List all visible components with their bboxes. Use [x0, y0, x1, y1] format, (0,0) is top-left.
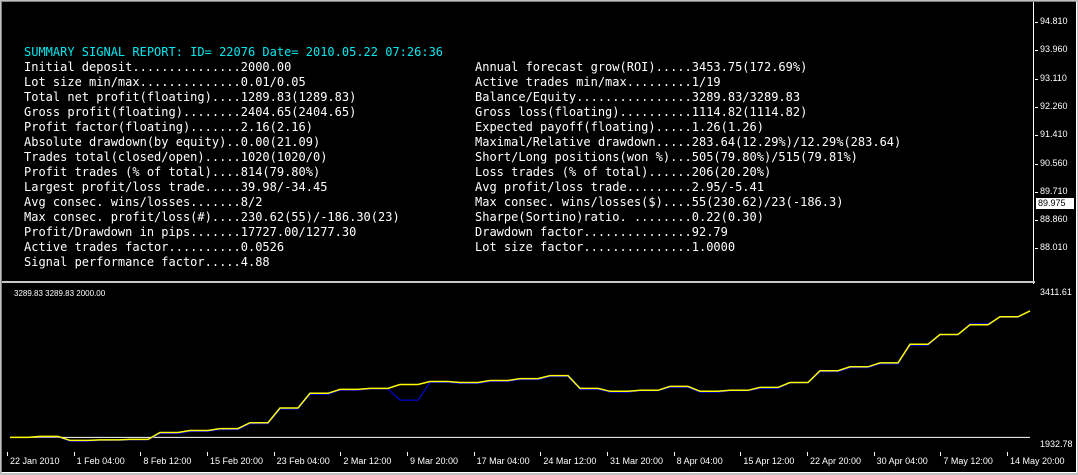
report-line: Expected payoff(floating).....1.26(1.26): [475, 120, 764, 134]
report-line: Profit factor(floating).......2.16(2.16): [24, 120, 313, 134]
indicator-axis-label: 3411.61: [1040, 287, 1072, 297]
report-pane: SUMMARY SIGNAL REPORT: ID= 22076 Date= 2…: [2, 2, 1034, 280]
report-line: Initial deposit...............2000.00: [24, 60, 292, 74]
report-line: Drawdown factor...............92.79: [475, 225, 728, 239]
report-line: Signal performance factor.....4.88: [24, 255, 270, 269]
report-line: Active trades min/max.........1/19: [475, 75, 721, 89]
price-axis-tick: [1035, 220, 1038, 222]
report-line: Balance/Equity................3289.83/32…: [475, 90, 801, 104]
price-axis-label: 93.110: [1040, 72, 1067, 83]
price-axis-tick: [1035, 78, 1038, 80]
report-line: Lot size min/max..............0.01/0.05: [24, 75, 306, 89]
report-line: Profit/Drawdown in pips.......17727.00/1…: [24, 225, 357, 239]
report-line: Sharpe(Sortino)ratio. ........0.22(0.30): [475, 210, 764, 224]
price-axis-tick: [1035, 163, 1038, 165]
price-axis-tick: [1035, 106, 1038, 108]
indicator-axis-label: 1932.78: [1040, 439, 1073, 449]
time-axis-label: 14 May 20:00: [1010, 456, 1065, 466]
time-axis-tick: [807, 452, 808, 456]
equity-line: [10, 310, 1031, 442]
time-axis-label: 15 Apr 12:00: [743, 456, 795, 466]
report-line: Max consec. wins/losses($)....55(230.62)…: [475, 195, 844, 209]
time-axis-label: 23 Feb 04:00: [276, 456, 330, 466]
report-line: Profit trades (% of total)....814(79.80%…: [24, 165, 321, 179]
report-line: Loss trades (% of total)......206(20.20%…: [475, 165, 772, 179]
price-axis-tick: [1035, 22, 1038, 23]
pane-divider[interactable]: [2, 281, 1076, 283]
report-title: SUMMARY SIGNAL REPORT: ID= 22076 Date= 2…: [24, 45, 444, 59]
price-axis-label: 94.810: [1040, 16, 1068, 26]
report-line: Lot size factor...............1.0000: [475, 240, 736, 254]
time-axis-tick: [940, 452, 942, 456]
time-axis-label: 2 Mar 12:00: [343, 456, 392, 466]
price-axis-tick: [1035, 50, 1038, 52]
time-axis-label: 30 Apr 04:00: [876, 456, 928, 466]
time-axis-label: 17 Mar 04:00: [476, 456, 530, 466]
time-axis-label: 22 Apr 20:00: [810, 456, 862, 466]
time-axis-tick: [73, 452, 75, 456]
time-axis-tick: [207, 452, 208, 456]
report-line: Largest profit/loss trade.....39.98/-34.…: [24, 180, 328, 194]
price-axis-tick: [1035, 135, 1038, 137]
equity-chart: [10, 310, 1031, 442]
time-axis-label: 24 Mar 12:00: [543, 456, 597, 466]
price-axis-tick: [1035, 248, 1038, 250]
report-line: Avg profit/loss trade.........2.95/-5.41: [475, 180, 764, 194]
price-axis[interactable]: 94.810 93.960 93.110 92.260 91.410 90.560 89.7…: [1035, 2, 1076, 452]
report-line: Absolute drawdown(by equity)..0.00(21.09…: [24, 135, 321, 149]
time-axis-tick: [273, 452, 275, 456]
report-line: Annual forecast grow(ROI).....3453.75(17…: [475, 60, 808, 74]
balance-line: [10, 310, 1031, 442]
report-line: Max consec. profit/loss(#)....230.62(55)…: [24, 210, 400, 224]
time-axis-tick: [340, 452, 342, 456]
time-axis-label: 22 Jan 2010: [10, 456, 60, 466]
time-axis-tick: [473, 452, 475, 456]
price-axis-label: 93.960: [1040, 44, 1068, 55]
report-line: Gross profit(floating)........2404.65(24…: [24, 105, 357, 119]
time-axis-tick: [673, 452, 675, 456]
time-axis-label: 7 May 12:00: [943, 456, 993, 466]
time-axis-label: 9 Mar 20:00: [410, 456, 459, 466]
price-axis-label: 92.260: [1040, 100, 1068, 111]
price-axis-label: 91.410: [1040, 129, 1068, 140]
price-axis-label: 89.710: [1040, 185, 1068, 196]
time-axis[interactable]: 22 Jan 2010 1 Feb 04:00 8 Feb 12:00 15 Feb …: [2, 452, 1076, 472]
report-line: Active trades factor..........0.0526: [24, 240, 285, 254]
time-axis-label: 31 Mar 20:00: [610, 456, 664, 466]
report-line: Total net profit(floating)....1289.83(12…: [24, 90, 357, 104]
price-axis-label: 88.860: [1040, 214, 1068, 225]
time-axis-label: 8 Feb 12:00: [143, 456, 192, 466]
time-axis-tick: [740, 452, 742, 456]
report-line: Short/Long positions(won %)...505(79.80%…: [475, 150, 858, 164]
time-axis-tick: [873, 452, 875, 456]
time-axis-label: 1 Feb 04:00: [76, 456, 125, 466]
time-axis-tick: [140, 452, 142, 456]
time-axis-tick: [7, 452, 8, 456]
equity-indicator-pane: 3289.83 3289.83 2000.00: [2, 284, 1034, 452]
price-axis-tick: [1035, 191, 1038, 193]
time-axis-tick: [540, 452, 542, 456]
report-line: Gross loss(floating)..........1114.82(11…: [475, 105, 808, 119]
report-line: Maximal/Relative drawdown.....283.64(12.…: [475, 135, 902, 149]
chart-window: SUMMARY SIGNAL REPORT: ID= 22076 Date= 2…: [1, 1, 1077, 473]
current-price-marker: 89.975: [1036, 198, 1074, 209]
time-axis-tick: [1007, 452, 1008, 456]
time-axis-label: 8 Apr 04:00: [676, 456, 723, 466]
report-line: Trades total(closed/open).....1020(1020/…: [24, 150, 328, 164]
price-axis-label: 90.560: [1040, 157, 1068, 168]
time-axis-tick: [607, 452, 608, 456]
time-axis-tick: [407, 452, 408, 456]
price-axis-label: 88.010: [1040, 242, 1068, 253]
time-axis-label: 15 Feb 20:00: [210, 456, 264, 466]
report-line: Avg consec. wins/losses.......8/2: [24, 195, 263, 209]
